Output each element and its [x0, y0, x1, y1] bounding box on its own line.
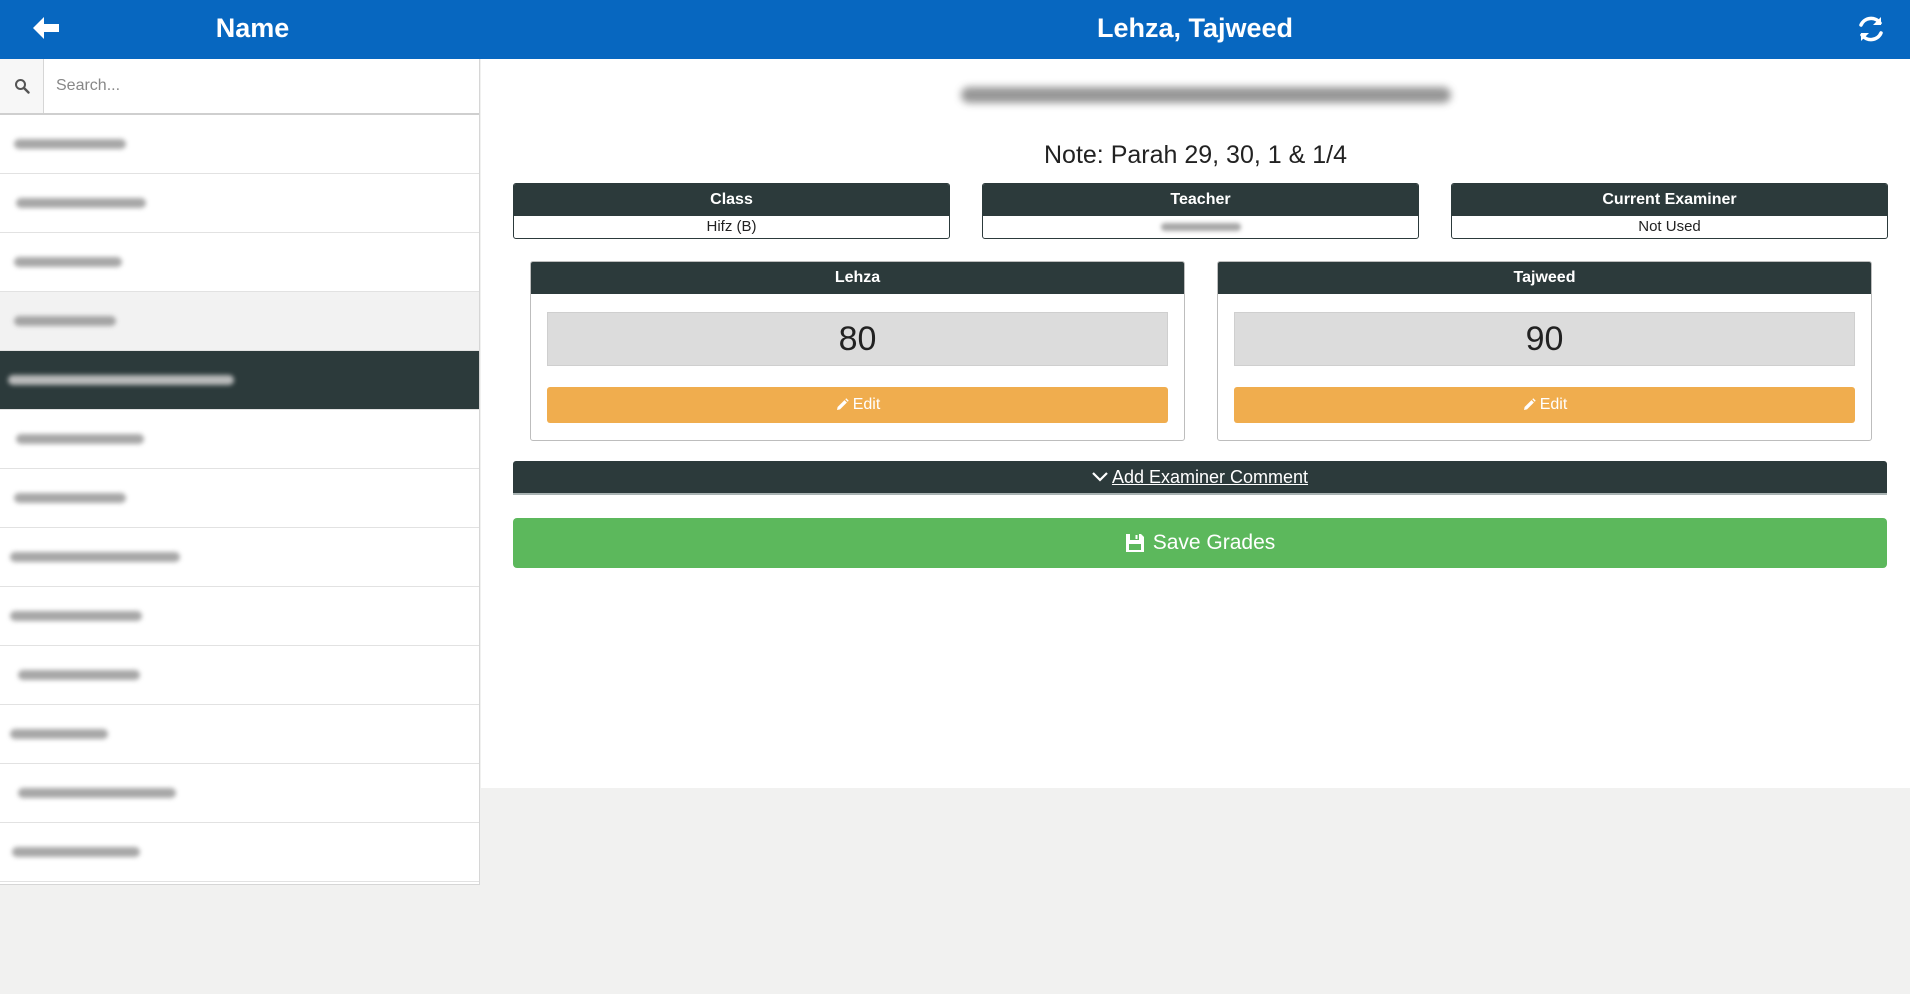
student-list-item[interactable] — [0, 410, 479, 469]
teacher-info-box: Teacher — [982, 183, 1419, 239]
teacher-value — [983, 216, 1418, 238]
save-grades-button[interactable]: Save Grades — [513, 518, 1887, 568]
teacher-label: Teacher — [983, 184, 1418, 216]
examiner-info-box: Current Examiner Not Used — [1451, 183, 1888, 239]
class-value: Hifz (B) — [706, 218, 757, 235]
grade-panel: Note: Parah 29, 30, 1 & 1/4 Class Hifz (… — [481, 59, 1910, 788]
grade-label: Tajweed — [1218, 262, 1871, 294]
student-list-item[interactable] — [0, 528, 479, 587]
edit-label: Edit — [852, 396, 881, 413]
student-list-item[interactable] — [0, 469, 479, 528]
page-title: Lehza, Tajweed — [1096, 13, 1294, 43]
sidebar-title: Name — [215, 13, 290, 43]
pencil-icon — [836, 398, 849, 410]
student-list-item[interactable] — [0, 174, 479, 233]
grade-value: 80 — [547, 312, 1168, 366]
student-list-item-selected[interactable] — [0, 351, 479, 410]
pencil-icon — [1523, 398, 1536, 410]
top-bar: Name Lehza, Tajweed — [0, 0, 1910, 59]
edit-tajweed-button[interactable]: Edit — [1234, 387, 1855, 423]
refresh-icon — [1859, 16, 1883, 42]
chevron-down-icon — [1092, 472, 1108, 482]
arrow-left-icon — [33, 17, 59, 39]
comment-label: Add Examiner Comment — [1111, 466, 1309, 487]
student-list-item[interactable] — [0, 587, 479, 646]
note-text: Note: Parah 29, 30, 1 & 1/4 — [1044, 141, 1347, 169]
class-info-box: Class Hifz (B) — [513, 183, 950, 239]
floppy-disk-icon — [1125, 534, 1144, 552]
examiner-value: Not Used — [1638, 218, 1701, 235]
class-label: Class — [514, 184, 949, 216]
student-list-item[interactable] — [0, 115, 479, 174]
examiner-label: Current Examiner — [1452, 184, 1887, 216]
refresh-button[interactable] — [1854, 12, 1888, 46]
student-name-heading — [961, 87, 1451, 103]
tajweed-grade-card: Tajweed 90 Edit — [1217, 261, 1872, 441]
search-icon — [0, 59, 44, 113]
back-button[interactable] — [30, 12, 62, 44]
add-examiner-comment-toggle[interactable]: Add Examiner Comment — [513, 461, 1887, 495]
grade-label: Lehza — [531, 262, 1184, 294]
student-list — [0, 115, 479, 882]
student-list-item[interactable] — [0, 823, 479, 882]
student-list-item[interactable] — [0, 292, 479, 351]
search-input[interactable] — [44, 59, 479, 113]
student-list-item[interactable] — [0, 764, 479, 823]
edit-label: Edit — [1539, 396, 1568, 413]
student-sidebar — [0, 59, 480, 885]
student-list-item[interactable] — [0, 705, 479, 764]
lehza-grade-card: Lehza 80 Edit — [530, 261, 1185, 441]
edit-lehza-button[interactable]: Edit — [547, 387, 1168, 423]
save-label: Save Grades — [1152, 531, 1276, 554]
student-list-item[interactable] — [0, 646, 479, 705]
student-list-item[interactable] — [0, 233, 479, 292]
search-bar — [0, 59, 479, 115]
grade-value: 90 — [1234, 312, 1855, 366]
